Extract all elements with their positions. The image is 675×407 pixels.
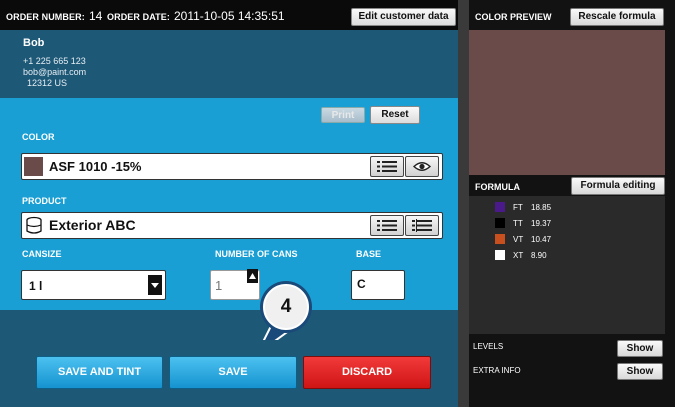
- list-icon: [377, 161, 397, 172]
- product-label: PRODUCT: [22, 196, 67, 206]
- edit-customer-button[interactable]: Edit customer data: [351, 8, 456, 26]
- customer-info: Bob +1 225 665 123 bob@paint.com 12312 U…: [0, 30, 458, 98]
- product-field[interactable]: Exterior ABC: [21, 212, 443, 239]
- order-form: Print Reset COLOR ASF 1010 -15% PRODUCT …: [0, 98, 458, 310]
- color-field[interactable]: ASF 1010 -15%: [21, 153, 443, 180]
- pigment-amount: 10.47: [531, 235, 552, 244]
- order-number-value: 14: [89, 9, 103, 23]
- list-item: FT 18.85: [469, 201, 665, 213]
- formula-editing-button[interactable]: Formula editing: [571, 177, 665, 195]
- order-number-label: ORDER NUMBER:: [6, 12, 85, 22]
- pigment-amount: 19.37: [531, 219, 552, 228]
- customer-email: bob@paint.com: [23, 67, 87, 77]
- cansize-select[interactable]: 1 l: [21, 270, 166, 300]
- formula-label: FORMULA: [475, 182, 520, 192]
- product-list-button[interactable]: [370, 215, 404, 236]
- print-button[interactable]: Print: [321, 107, 365, 123]
- step-number: 4: [280, 296, 292, 317]
- color-label: COLOR: [22, 132, 55, 142]
- customer-name: Bob: [23, 37, 45, 49]
- list-item: TT 19.37: [469, 217, 665, 229]
- color-preview-label: COLOR PREVIEW: [475, 12, 552, 22]
- paint-can-icon: [26, 216, 42, 234]
- save-button[interactable]: SAVE: [169, 356, 297, 389]
- eye-icon: [412, 162, 432, 171]
- detail-list-icon: [412, 219, 432, 232]
- color-list-button[interactable]: [370, 156, 404, 177]
- pigment-code: XT: [513, 251, 524, 260]
- product-details-button[interactable]: [405, 215, 439, 236]
- cansize-label: CANSIZE: [22, 249, 62, 259]
- color-preview: [469, 30, 665, 175]
- product-value: Exterior ABC: [49, 217, 136, 233]
- color-swatch: [24, 157, 43, 176]
- color-value: ASF 1010 -15%: [49, 159, 142, 174]
- base-field[interactable]: C: [351, 270, 405, 300]
- pigment-swatch: [495, 202, 505, 212]
- list-icon: [377, 220, 397, 231]
- color-view-button[interactable]: [405, 156, 439, 177]
- save-and-tint-button[interactable]: SAVE AND TINT: [36, 356, 163, 389]
- base-value: C: [357, 277, 366, 291]
- chevron-down-icon[interactable]: [148, 275, 162, 295]
- levels-label: LEVELS: [473, 342, 504, 351]
- action-bar: SAVE AND TINT SAVE DISCARD: [0, 310, 458, 407]
- pigment-swatch: [495, 218, 505, 228]
- pigment-amount: 18.85: [531, 203, 552, 212]
- customer-address: 12312 US: [27, 78, 68, 88]
- number-of-cans-stepper[interactable]: 1: [210, 269, 260, 300]
- list-item: VT 10.47: [469, 233, 665, 245]
- pigment-code: FT: [513, 203, 523, 212]
- number-of-cans-label: NUMBER OF CANS: [215, 249, 298, 259]
- pigment-code: VT: [513, 235, 524, 244]
- customer-phone: +1 225 665 123: [23, 56, 86, 66]
- pigment-swatch: [495, 250, 505, 260]
- pigment-code: TT: [513, 219, 523, 228]
- preview-panel: COLOR PREVIEW Rescale formula FORMULA Fo…: [469, 0, 675, 407]
- discard-button[interactable]: DISCARD: [303, 356, 431, 389]
- list-item: XT 8.90: [469, 249, 665, 261]
- cansize-value: 1 l: [29, 279, 43, 293]
- number-of-cans-value: 1: [215, 278, 223, 293]
- pigment-amount: 8.90: [531, 251, 547, 260]
- order-date-label: ORDER DATE:: [107, 12, 170, 22]
- order-date-value: 2011-10-05 14:35:51: [174, 9, 285, 23]
- base-label: BASE: [356, 249, 382, 259]
- extra-info-label: EXTRA INFO: [473, 366, 521, 375]
- pigment-swatch: [495, 234, 505, 244]
- levels-show-button[interactable]: Show: [617, 340, 663, 357]
- extra-info-show-button[interactable]: Show: [617, 363, 663, 380]
- rescale-formula-button[interactable]: Rescale formula: [570, 8, 664, 26]
- order-panel: ORDER NUMBER: 14 ORDER DATE: 2011-10-05 …: [0, 0, 458, 407]
- formula-list: FT 18.85 TT 19.37 VT 10.47 XT 8.90: [469, 196, 665, 334]
- reset-button[interactable]: Reset: [370, 106, 420, 124]
- order-header: ORDER NUMBER: 14 ORDER DATE: 2011-10-05 …: [0, 0, 458, 30]
- panel-divider: [458, 0, 469, 407]
